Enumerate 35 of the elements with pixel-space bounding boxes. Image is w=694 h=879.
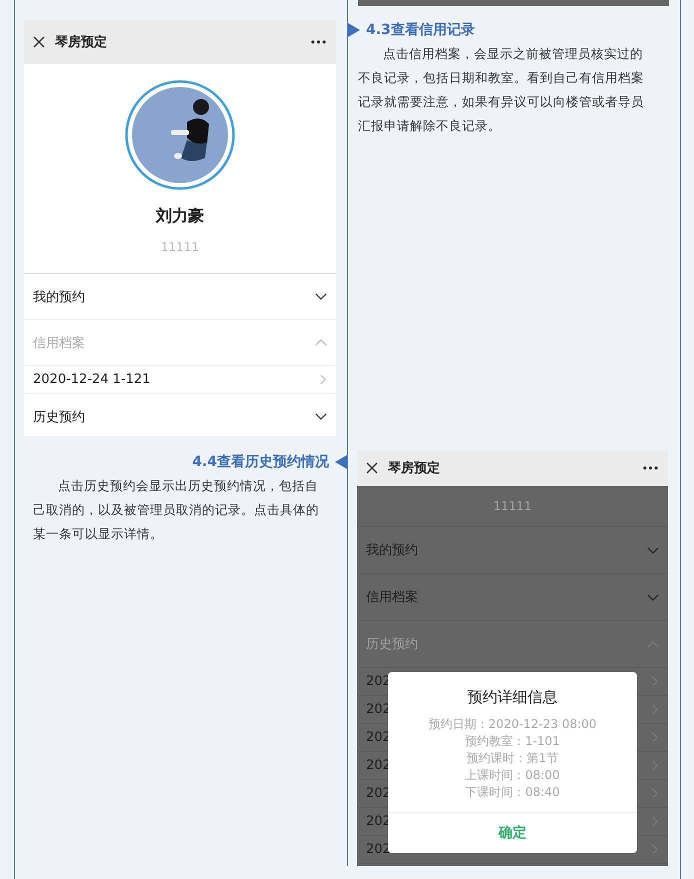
paragraph: 点击历史预约会显示出历史预约情况，包括自己取消的，以及被管理员取消的记录。点击具体的某一条可以显示详情。 [33,477,320,543]
chevron-down-icon [647,546,659,554]
section-heading: 4.4查看历史预约情况 [192,453,329,471]
app-title: 琴房预定 [55,34,108,51]
arrow-left-icon [335,455,347,469]
detail-line: 预约课时：第1节 [466,750,558,767]
close-icon[interactable] [33,36,45,48]
detail-line: 上课时间：08:00 [465,767,560,784]
close-icon[interactable] [366,462,378,474]
accordion-header[interactable]: 历史预约 [357,621,668,668]
arrow-right-icon [348,23,360,37]
section-heading: 4.3查看信用记录 [366,21,475,39]
detail-line: 预约教室：1-101 [465,733,560,750]
detail-line: 下课时间：08:40 [465,784,560,801]
paragraph: 点击信用档案，会显示之前被管理员核实过的不良记录，包括日期和教室。看到自己有信用档案记录就需要注意，如果有异议可以向楼管或者导员汇报申请解除不良记录。 [358,45,645,135]
user-id: 11111 [493,499,532,513]
list-item[interactable]: 2020-12-24 1-121 [24,366,336,394]
user-name: 刘力豪 [156,206,204,227]
confirm-button[interactable]: 确定 [388,812,637,853]
more-icon[interactable] [643,466,658,470]
chevron-up-icon [315,339,327,346]
accordion-header[interactable]: 历史预约 [24,394,336,436]
user-id: 11111 [160,240,200,254]
chevron-down-icon [647,594,659,600]
accordion-header[interactable]: 信用档案 [24,320,336,366]
accordion-header[interactable]: 我的预约 [357,527,668,574]
accordion-header[interactable]: 信用档案 [357,574,668,621]
app-title: 琴房预定 [388,460,441,477]
chevron-down-icon [315,293,327,300]
more-icon[interactable] [311,40,326,44]
chevron-down-icon [315,413,327,420]
detail-line: 预约日期：2020-12-23 08:00 [428,716,597,733]
accordion-header[interactable]: 我的预约 [24,274,336,320]
dialog-title: 预约详细信息 [468,688,558,707]
chevron-right-icon [320,374,326,385]
